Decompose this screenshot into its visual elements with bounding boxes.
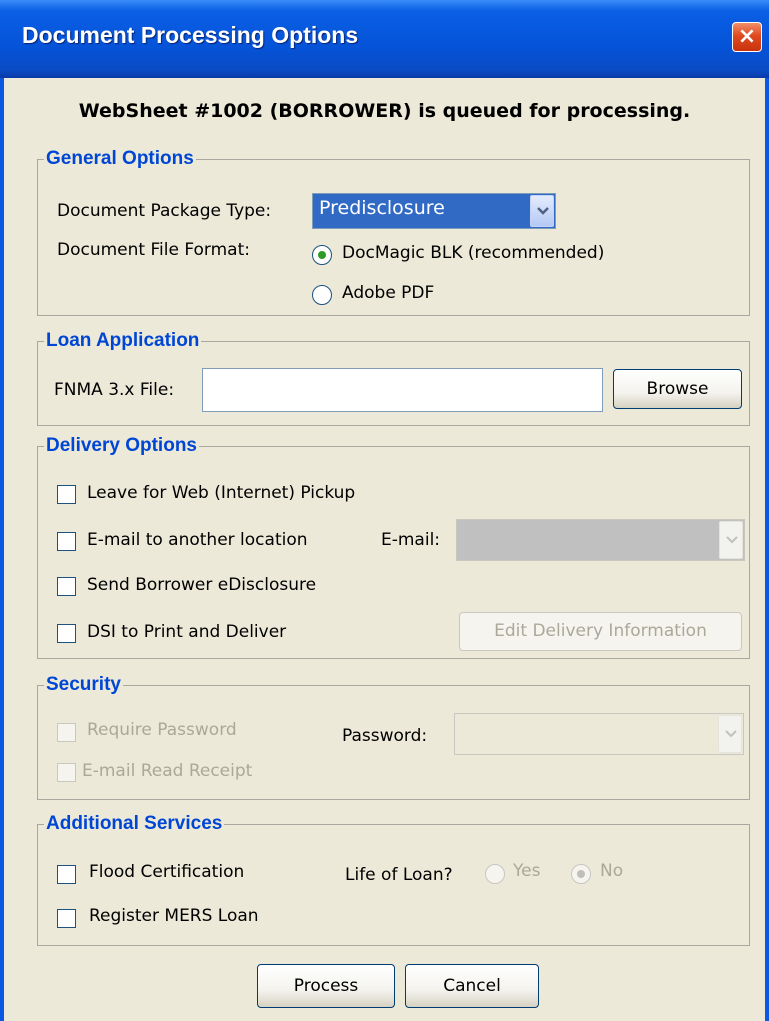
format-radio-docmagic[interactable]: [312, 245, 332, 265]
life-of-loan-no-label[interactable]: No: [600, 861, 623, 881]
format-option-docmagic[interactable]: DocMagic BLK (recommended): [342, 243, 604, 263]
format-radio-pdf[interactable]: [312, 285, 332, 305]
edisclosure-checkbox[interactable]: [57, 577, 76, 596]
browse-button[interactable]: Browse: [613, 369, 742, 409]
edit-delivery-button[interactable]: Edit Delivery Information: [459, 612, 742, 651]
delivery-options-legend: Delivery Options: [46, 435, 197, 456]
mers-label[interactable]: Register MERS Loan: [89, 906, 259, 926]
read-receipt-checkbox[interactable]: [57, 763, 76, 782]
title-bar[interactable]: Document Processing Options ×: [0, 0, 769, 78]
process-button[interactable]: Process: [257, 964, 395, 1008]
file-format-label: Document File Format:: [57, 240, 250, 260]
flood-checkbox[interactable]: [57, 865, 76, 884]
security-legend: Security: [46, 674, 121, 695]
email-other-checkbox[interactable]: [57, 532, 76, 551]
password-dropdown-button[interactable]: [718, 715, 742, 753]
mers-checkbox[interactable]: [57, 909, 76, 928]
general-options-legend: General Options: [46, 148, 194, 169]
dsi-label[interactable]: DSI to Print and Deliver: [87, 622, 286, 642]
format-option-pdf[interactable]: Adobe PDF: [342, 283, 434, 303]
email-label: E-mail:: [381, 530, 441, 550]
email-other-label[interactable]: E-mail to another location: [87, 530, 308, 550]
require-password-checkbox[interactable]: [57, 723, 76, 742]
cancel-button[interactable]: Cancel: [405, 964, 539, 1008]
edisclosure-label[interactable]: Send Borrower eDisclosure: [87, 575, 316, 595]
life-of-loan-no-radio[interactable]: [571, 864, 591, 884]
life-of-loan-yes-label[interactable]: Yes: [513, 861, 540, 881]
password-select[interactable]: [454, 713, 744, 755]
additional-services-legend: Additional Services: [46, 813, 223, 834]
dsi-checkbox[interactable]: [57, 624, 76, 643]
window-title: Document Processing Options: [22, 22, 359, 48]
chevron-down-icon: [537, 207, 549, 215]
fnma-file-input[interactable]: [202, 368, 603, 412]
close-icon: ×: [737, 24, 757, 49]
chevron-down-icon: [726, 536, 738, 544]
require-password-label[interactable]: Require Password: [87, 720, 237, 740]
chevron-down-icon: [725, 730, 737, 738]
package-type-value: Predisclosure: [319, 197, 445, 219]
dialog-window: Document Processing Options × WebSheet #…: [0, 0, 769, 1021]
loan-application-legend: Loan Application: [46, 330, 200, 351]
life-of-loan-yes-radio[interactable]: [485, 864, 505, 884]
fnma-file-label: FNMA 3.x File:: [54, 380, 175, 400]
queued-message: WebSheet #1002 (BORROWER) is queued for …: [78, 100, 691, 122]
package-type-label: Document Package Type:: [57, 201, 272, 221]
web-pickup-checkbox[interactable]: [57, 485, 76, 504]
package-type-dropdown-button[interactable]: [530, 195, 554, 227]
web-pickup-label[interactable]: Leave for Web (Internet) Pickup: [87, 483, 355, 503]
read-receipt-label[interactable]: E-mail Read Receipt: [82, 761, 252, 781]
password-label: Password:: [342, 726, 428, 746]
email-dropdown-button[interactable]: [719, 521, 743, 559]
life-of-loan-label: Life of Loan?: [345, 865, 453, 885]
close-button[interactable]: ×: [732, 22, 762, 52]
email-select[interactable]: [456, 519, 745, 561]
flood-label[interactable]: Flood Certification: [89, 862, 244, 882]
package-type-select[interactable]: Predisclosure: [312, 193, 556, 229]
